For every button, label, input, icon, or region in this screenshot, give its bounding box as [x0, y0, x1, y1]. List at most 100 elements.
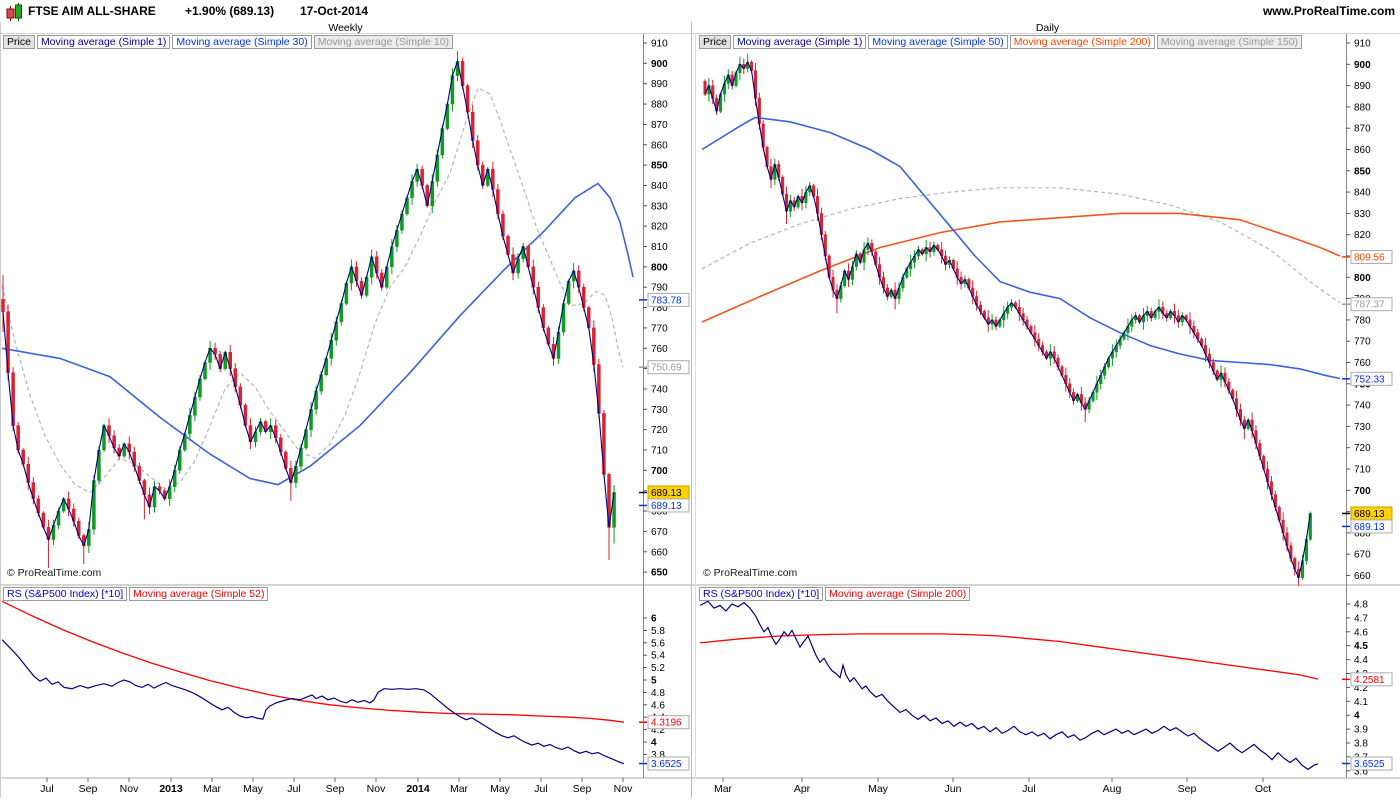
svg-text:4: 4: [1354, 711, 1360, 722]
svg-text:900: 900: [651, 59, 668, 70]
svg-text:2014: 2014: [406, 783, 430, 795]
instrument-name: FTSE AIM ALL-SHARE: [28, 4, 156, 18]
daily-rs-rs-line-line: [699, 600, 1319, 771]
svg-text:850: 850: [1354, 166, 1371, 177]
daily-price-value-label-787.37: 787.37: [1342, 297, 1393, 312]
svg-text:740: 740: [1354, 401, 1371, 412]
svg-text:3.6525: 3.6525: [1354, 759, 1385, 770]
svg-text:910: 910: [1354, 39, 1371, 50]
svg-text:840: 840: [651, 181, 668, 192]
svg-text:770: 770: [1354, 337, 1371, 348]
daily-rs-value-label-4.2581: 4.2581: [1342, 672, 1393, 687]
svg-text:820: 820: [651, 222, 668, 233]
weekly-chip-price[interactable]: Price: [3, 35, 35, 49]
weekly-price-value-label-783.78: 783.78: [639, 292, 690, 307]
svg-text:Sep: Sep: [326, 783, 345, 795]
weekly-price-value-label-750.69: 750.69: [639, 360, 690, 375]
weekly-price-candles: [1, 51, 616, 569]
svg-text:810: 810: [651, 242, 668, 253]
svg-text:5.4: 5.4: [651, 651, 665, 662]
svg-text:710: 710: [651, 446, 668, 457]
daily-rs-rs-ma-simple-200-line: [699, 633, 1319, 680]
svg-text:4.7: 4.7: [1354, 613, 1368, 624]
svg-text:Nov: Nov: [367, 783, 386, 795]
daily-rs-chip-moving-average-simple-200[interactable]: Moving average (Simple 200): [825, 587, 971, 601]
svg-text:800: 800: [1354, 273, 1371, 284]
svg-text:4: 4: [651, 738, 657, 749]
svg-text:880: 880: [651, 100, 668, 111]
svg-text:860: 860: [1354, 145, 1371, 156]
daily-chip-price[interactable]: Price: [699, 35, 731, 49]
daily-price-value-label-689.13: 689.13: [1342, 506, 1393, 521]
weekly-rs-indicator-bar: RS (S&P500 Index) [*10] Moving average (S…: [3, 587, 270, 601]
daily-rs-chip-rs-s-p500-index-10[interactable]: RS (S&P500 Index) [*10]: [699, 587, 824, 601]
svg-text:6: 6: [651, 614, 657, 625]
svg-text:3.9: 3.9: [1354, 725, 1368, 736]
daily-price-ma-simple-200-line: [701, 212, 1341, 323]
daily-price-panel: 9109008908808708608508408308208108007907…: [701, 34, 1393, 587]
svg-text:4.6: 4.6: [1354, 627, 1368, 638]
weekly-rs-chip-moving-average-simple-52[interactable]: Moving average (Simple 52): [129, 587, 269, 601]
svg-text:890: 890: [651, 79, 668, 90]
daily-price-value-label-809.56: 809.56: [1342, 249, 1393, 264]
svg-text:Jul: Jul: [40, 783, 53, 795]
svg-text:4.5: 4.5: [1354, 641, 1368, 652]
svg-text:4.8: 4.8: [651, 688, 665, 699]
svg-text:783.78: 783.78: [651, 295, 682, 306]
daily-rs-indicator-bar: RS (S&P500 Index) [*10] Moving average (S…: [699, 587, 972, 601]
svg-text:689.13: 689.13: [651, 488, 682, 499]
charts-canvas[interactable]: 9109008908808708608508408308208108007907…: [0, 0, 1400, 800]
weekly-price-panel: 9109008908808708608508408308208108007907…: [1, 34, 690, 585]
svg-text:670: 670: [651, 527, 668, 538]
weekly-chip-moving-average-simple-30[interactable]: Moving average (Simple 30): [172, 35, 312, 49]
daily-chip-moving-average-simple-1[interactable]: Moving average (Simple 1): [732, 35, 867, 49]
svg-text:4.6: 4.6: [651, 700, 665, 711]
svg-text:689.13: 689.13: [651, 501, 682, 512]
svg-text:3.8: 3.8: [1354, 739, 1368, 750]
svg-text:3.6525: 3.6525: [651, 759, 682, 770]
daily-rs-panel: 4.84.74.64.54.44.34.24.143.93.83.73.64.2…: [699, 585, 1393, 795]
svg-text:Jun: Jun: [945, 783, 962, 795]
weekly-price-close-line: [2, 59, 615, 548]
weekly-rs-chip-rs-s-p500-index-10[interactable]: RS (S&P500 Index) [*10]: [3, 587, 128, 601]
svg-text:760: 760: [651, 344, 668, 355]
daily-chip-moving-average-simple-150[interactable]: Moving average (Simple 150): [1156, 35, 1303, 49]
svg-text:809.56: 809.56: [1354, 252, 1385, 263]
svg-text:800: 800: [651, 262, 668, 273]
copyright-weekly: © ProRealTime.com: [7, 567, 102, 579]
svg-text:4.3196: 4.3196: [651, 718, 682, 729]
weekly-chip-moving-average-simple-10[interactable]: Moving average (Simple 10): [313, 35, 454, 49]
svg-text:May: May: [243, 783, 264, 795]
weekly-chart-title: Weekly: [328, 22, 363, 34]
daily-chip-moving-average-simple-50[interactable]: Moving average (Simple 50): [868, 35, 1008, 49]
weekly-rs-y-axis: 65.85.65.45.254.84.64.44.243.8: [643, 585, 665, 778]
svg-text:910: 910: [651, 39, 668, 50]
svg-text:730: 730: [651, 405, 668, 416]
svg-text:820: 820: [1354, 230, 1371, 241]
svg-text:670: 670: [1354, 550, 1371, 561]
daily-price-ma-simple-50-line: [701, 116, 1341, 380]
daily-rs-x-axis: Mar Apr May Jun Jul Aug Sep Oct: [714, 778, 1271, 795]
svg-text:900: 900: [1354, 60, 1371, 71]
website-link[interactable]: www.ProRealTime.com: [1263, 4, 1395, 18]
svg-text:689.13: 689.13: [1354, 509, 1385, 520]
svg-text:Oct: Oct: [1255, 783, 1271, 795]
svg-text:750.69: 750.69: [651, 363, 682, 374]
weekly-price-value-label-689.13: 689.13: [639, 485, 690, 500]
svg-text:4.2581: 4.2581: [1354, 675, 1385, 686]
svg-text:780: 780: [1354, 315, 1371, 326]
svg-text:4.8: 4.8: [1354, 600, 1368, 611]
svg-text:May: May: [490, 783, 511, 795]
weekly-chip-moving-average-simple-1[interactable]: Moving average (Simple 1): [36, 35, 171, 49]
last-date: 17-Oct-2014: [300, 4, 369, 18]
svg-text:720: 720: [1354, 443, 1371, 454]
svg-text:650: 650: [651, 568, 668, 579]
daily-chip-moving-average-simple-200[interactable]: Moving average (Simple 200): [1009, 35, 1155, 49]
weekly-rs-panel: 65.85.65.45.254.84.64.44.243.84.31963.65…: [1, 585, 690, 795]
svg-text:5: 5: [651, 676, 657, 687]
svg-text:760: 760: [1354, 358, 1371, 369]
svg-text:May: May: [868, 783, 889, 795]
svg-text:Nov: Nov: [614, 783, 633, 795]
svg-text:Mar: Mar: [203, 783, 222, 795]
weekly-indicator-bar: Price Moving average (Simple 1) Moving ave…: [3, 35, 455, 49]
